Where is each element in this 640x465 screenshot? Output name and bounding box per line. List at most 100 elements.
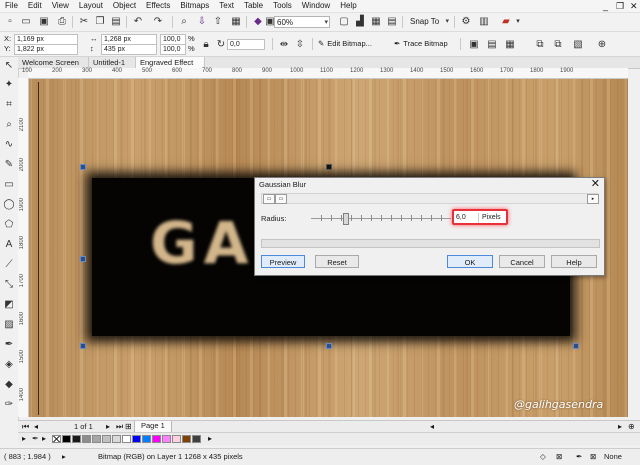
- print-icon[interactable]: ⎙: [56, 16, 68, 28]
- no-color-swatch[interactable]: [52, 435, 61, 443]
- menu-view[interactable]: View: [47, 0, 74, 12]
- interactive-fill-icon[interactable]: ◈: [3, 359, 15, 371]
- slider-thumb[interactable]: [343, 213, 349, 225]
- launch-icon[interactable]: ▰: [500, 16, 512, 28]
- menu-tools[interactable]: Tools: [268, 0, 297, 12]
- publish-pdf-icon[interactable]: ▦: [230, 16, 242, 28]
- paste-icon[interactable]: ▤: [110, 16, 122, 28]
- import-icon[interactable]: ⇩: [196, 16, 208, 28]
- zoom-level-select[interactable]: 60% ▾: [274, 16, 330, 28]
- selection-handle[interactable]: [80, 256, 86, 262]
- close-icon[interactable]: ✕: [591, 178, 600, 190]
- rectangle-tool-icon[interactable]: ▭: [3, 179, 15, 191]
- palette-menu-icon[interactable]: ▸: [42, 433, 46, 444]
- help-button[interactable]: Help: [551, 255, 597, 268]
- scroll-left-icon[interactable]: ◂: [430, 421, 434, 432]
- selection-handle[interactable]: [573, 343, 579, 349]
- cut-icon[interactable]: ✂: [78, 16, 90, 28]
- color-swatch[interactable]: [132, 435, 141, 443]
- shape-tool-icon[interactable]: ✦: [3, 79, 15, 91]
- pick-tool-icon[interactable]: ↖: [3, 60, 15, 72]
- color-swatch[interactable]: [162, 435, 171, 443]
- radius-slider[interactable]: [311, 213, 451, 225]
- undo-icon[interactable]: ↶: [132, 16, 144, 28]
- open-folder-icon[interactable]: ▭: [20, 16, 32, 28]
- new-document-icon[interactable]: ▫: [4, 16, 16, 28]
- menu-layout[interactable]: Layout: [74, 0, 108, 12]
- selection-handle[interactable]: [326, 164, 332, 170]
- color-swatch[interactable]: [192, 435, 201, 443]
- selection-handle[interactable]: [80, 164, 86, 170]
- connector-tool-icon[interactable]: ⤡: [3, 279, 15, 291]
- scroll-right-icon[interactable]: ▸: [618, 421, 622, 432]
- zoom-tool-icon[interactable]: ⌕: [3, 119, 15, 131]
- menu-bitmaps[interactable]: Bitmaps: [175, 0, 214, 12]
- selection-handle[interactable]: [326, 343, 332, 349]
- show-guidelines-icon[interactable]: ▤: [386, 16, 398, 28]
- copy-icon[interactable]: ❐: [94, 16, 106, 28]
- tab-engraved-effect[interactable]: Engraved Effect: [136, 57, 205, 68]
- outline-tool-icon[interactable]: ✑: [3, 399, 15, 411]
- artistic-media-icon[interactable]: ✎: [3, 159, 15, 171]
- preview-button[interactable]: Preview: [261, 255, 305, 268]
- next-page-icon[interactable]: ▸: [106, 421, 110, 432]
- navigator-icon[interactable]: ⊕: [628, 421, 635, 432]
- menu-text[interactable]: Text: [214, 0, 239, 12]
- color-swatch[interactable]: [152, 435, 161, 443]
- lock-ratio-icon[interactable]: 🔒︎: [200, 39, 212, 51]
- color-swatch[interactable]: [102, 435, 111, 443]
- edit-bitmap-button[interactable]: ✎ Edit Bitmap...: [318, 38, 372, 50]
- cancel-button[interactable]: Cancel: [499, 255, 545, 268]
- resample-icon[interactable]: ▤: [486, 39, 498, 51]
- show-rulers-icon[interactable]: ▟: [354, 16, 366, 28]
- selection-handle[interactable]: [80, 343, 86, 349]
- export-icon[interactable]: ⇧: [212, 16, 224, 28]
- color-swatch[interactable]: [182, 435, 191, 443]
- menu-effects[interactable]: Effects: [141, 0, 175, 12]
- preview-window-toggle-icon[interactable]: ▭: [263, 194, 275, 204]
- freehand-tool-icon[interactable]: ∿: [3, 139, 15, 151]
- outline-indicator-icon[interactable]: ✒: [576, 452, 582, 462]
- link-bitmap-icon[interactable]: ⧉: [534, 39, 546, 51]
- menu-window[interactable]: Window: [297, 0, 335, 12]
- palette-scroll-right-icon[interactable]: ▸: [208, 433, 212, 444]
- split-preview-toggle-icon[interactable]: ▭: [275, 194, 287, 204]
- drop-shadow-icon[interactable]: ◩: [3, 299, 15, 311]
- wrap-text-icon[interactable]: ▧: [572, 39, 584, 51]
- color-swatch[interactable]: [82, 435, 91, 443]
- mirror-vertical-icon[interactable]: ⇳: [294, 39, 306, 51]
- update-link-icon[interactable]: ⧉: [552, 39, 564, 51]
- close-window-button[interactable]: ✕: [625, 0, 640, 12]
- save-icon[interactable]: ▣: [38, 16, 50, 28]
- first-page-icon[interactable]: ⏮: [22, 421, 29, 432]
- color-swatch[interactable]: [112, 435, 121, 443]
- trace-bitmap-button[interactable]: ✒ Trace Bitmap: [394, 38, 448, 50]
- vertical-ruler[interactable]: 2100 2000 1900 1800 1700 1600 1500 1400: [18, 78, 29, 417]
- add-plus-icon[interactable]: ⊕: [596, 39, 608, 51]
- mirror-horizontal-icon[interactable]: ⇹: [278, 39, 290, 51]
- horizontal-ruler[interactable]: 100 200 300 400 500 600 700 800 900 1000…: [22, 68, 628, 79]
- height-field[interactable]: 435 px: [101, 44, 157, 55]
- y-position-field[interactable]: 1,822 px: [14, 44, 78, 55]
- menu-help[interactable]: Help: [335, 0, 361, 12]
- tab-untitled-1[interactable]: Untitled-1: [89, 57, 136, 68]
- color-swatch[interactable]: [122, 435, 131, 443]
- full-screen-icon[interactable]: ▢: [338, 16, 350, 28]
- last-page-icon[interactable]: ⏭: [116, 421, 123, 432]
- redo-icon[interactable]: ↷: [152, 16, 164, 28]
- reset-button[interactable]: Reset: [315, 255, 359, 268]
- previous-page-icon[interactable]: ◂: [34, 421, 38, 432]
- fill-indicator-icon[interactable]: ◇: [540, 452, 546, 462]
- ok-button[interactable]: OK: [447, 255, 493, 268]
- color-swatch[interactable]: [142, 435, 151, 443]
- color-swatch[interactable]: [62, 435, 71, 443]
- color-swatch[interactable]: [92, 435, 101, 443]
- menu-table[interactable]: Table: [239, 0, 268, 12]
- crop-tool-icon[interactable]: ⌗: [3, 99, 15, 111]
- parallel-dimension-icon[interactable]: ⟋: [3, 259, 15, 271]
- smart-fill-icon[interactable]: ◆: [3, 379, 15, 391]
- application-launcher-icon[interactable]: ▥: [478, 16, 490, 28]
- eyedropper-icon[interactable]: ✒: [32, 433, 39, 444]
- menu-object[interactable]: Object: [108, 0, 141, 12]
- menu-edit[interactable]: Edit: [23, 0, 47, 12]
